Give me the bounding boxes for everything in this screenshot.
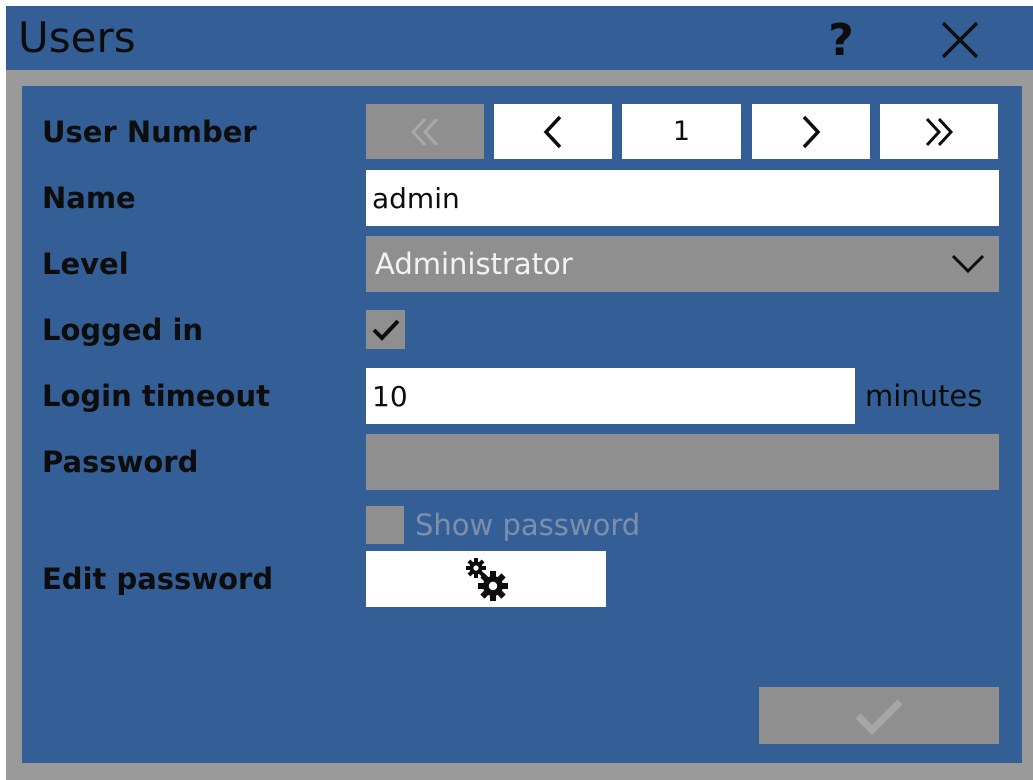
level-value: Administrator [375, 247, 573, 281]
chevron-left-icon [543, 115, 562, 148]
show-password-label: Show password [415, 508, 641, 542]
level-select[interactable]: Administrator [366, 236, 999, 292]
chevron-right-icon [802, 115, 821, 148]
password-field [366, 434, 999, 490]
user-number-value: 1 [672, 116, 691, 147]
timeout-unit-label: minutes [865, 379, 983, 413]
user-number-display: 1 [622, 104, 741, 159]
users-dialog: Users ? User Number 1 Name admin Level A… [6, 6, 1033, 780]
next-user-button[interactable] [752, 104, 870, 159]
user-number-label: User Number [42, 115, 257, 149]
first-user-button[interactable] [366, 104, 484, 159]
level-label: Level [42, 247, 129, 281]
login-timeout-field[interactable] [366, 368, 855, 424]
name-label: Name [42, 181, 136, 215]
double-chevron-left-icon [410, 117, 439, 146]
question-mark-icon: ? [828, 14, 854, 66]
dialog-title: Users [18, 13, 136, 62]
password-label: Password [42, 445, 199, 479]
checkmark-icon [372, 319, 399, 341]
edit-password-button[interactable] [366, 551, 606, 607]
name-field[interactable] [366, 170, 999, 226]
logged-in-label: Logged in [42, 313, 204, 347]
close-icon [941, 21, 979, 59]
help-button[interactable]: ? [817, 14, 865, 66]
checkmark-icon [855, 699, 903, 735]
double-chevron-right-icon [925, 117, 954, 146]
confirm-button[interactable] [759, 687, 999, 744]
chevron-down-icon [951, 254, 985, 274]
close-button[interactable] [936, 16, 984, 64]
title-bar: Users ? [6, 6, 1033, 70]
edit-password-label: Edit password [42, 562, 274, 596]
login-timeout-label: Login timeout [42, 379, 270, 413]
form-panel: User Number 1 Name admin Level Administr… [22, 86, 1022, 763]
logged-in-checkbox [366, 310, 405, 349]
previous-user-button[interactable] [494, 104, 612, 159]
gears-icon [466, 558, 508, 601]
last-user-button[interactable] [880, 104, 998, 159]
show-password-checkbox [366, 506, 404, 544]
